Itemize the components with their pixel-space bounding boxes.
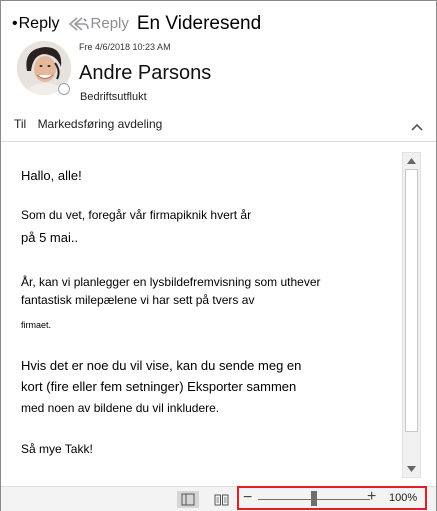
scroll-thumb[interactable]	[405, 169, 418, 432]
reply-all-label: Reply	[90, 15, 129, 32]
scroll-up-button[interactable]	[403, 153, 420, 169]
body-line: fantastisk milepælene vi har sett på tve…	[21, 293, 255, 307]
reply-label: Reply	[18, 15, 60, 32]
normal-view-icon	[181, 493, 195, 506]
zoom-slider-thumb[interactable]	[311, 491, 317, 506]
forward-label: En Videresend	[136, 13, 262, 34]
vertical-scrollbar[interactable]	[402, 152, 421, 478]
zoom-level[interactable]: 100%	[389, 492, 417, 504]
zoom-control: − + 100%	[237, 486, 427, 510]
body-line: Som du vet, foregår vår firmapiknik hver…	[21, 208, 252, 222]
forward-button[interactable]: En Videresend	[137, 14, 261, 34]
scroll-up-icon	[407, 158, 416, 164]
scroll-down-icon	[407, 466, 416, 472]
reply-all-button[interactable]: Reply	[68, 14, 129, 34]
reading-pane: • Reply Reply En Videresend Fre 4/6/2018…	[0, 0, 437, 511]
body-line: med noen av bildene du vil inkludere.	[21, 401, 220, 415]
action-bar: • Reply Reply En Videresend	[12, 12, 261, 36]
sender-name[interactable]: Andre Parsons	[79, 62, 211, 85]
reply-button[interactable]: • Reply	[12, 14, 60, 34]
zoom-in-button[interactable]: +	[367, 488, 376, 506]
presence-icon	[58, 83, 70, 95]
body-line: År, kan vi planlegger en lysbildefremvis…	[21, 275, 321, 289]
body-line: Hallo, alle!	[21, 168, 82, 183]
recipients-row: Til Markedsføring avdeling	[14, 117, 162, 131]
reading-view-icon	[214, 494, 228, 506]
body-line: kort (fire eller fem setninger) Eksporte…	[21, 379, 297, 394]
body-line: Så mye Takk!	[21, 442, 93, 456]
body-line: firmaet.	[21, 320, 52, 330]
to-recipient[interactable]: Markedsføring avdeling	[38, 117, 163, 131]
header-divider	[1, 141, 436, 142]
chevron-up-icon	[411, 123, 423, 131]
received-date: Fre 4/6/2018 10:23 AM	[79, 42, 171, 52]
message-body[interactable]: Hallo, alle! Som du vet, foregår vår fir…	[10, 152, 398, 478]
reply-all-icon	[68, 17, 89, 31]
collapse-header-button[interactable]	[410, 120, 424, 132]
reading-view-button[interactable]	[210, 491, 232, 508]
normal-view-button[interactable]	[177, 491, 199, 508]
body-line: på 5 mai..	[21, 230, 79, 245]
body-line: Hvis det er noe du vil vise, kan du send…	[21, 358, 302, 373]
subject-line: Bedriftsutflukt	[80, 91, 147, 103]
to-label: Til	[14, 117, 27, 131]
reply-bullet: •	[12, 15, 18, 32]
scroll-down-button[interactable]	[403, 461, 420, 477]
zoom-out-button[interactable]: −	[243, 489, 252, 507]
